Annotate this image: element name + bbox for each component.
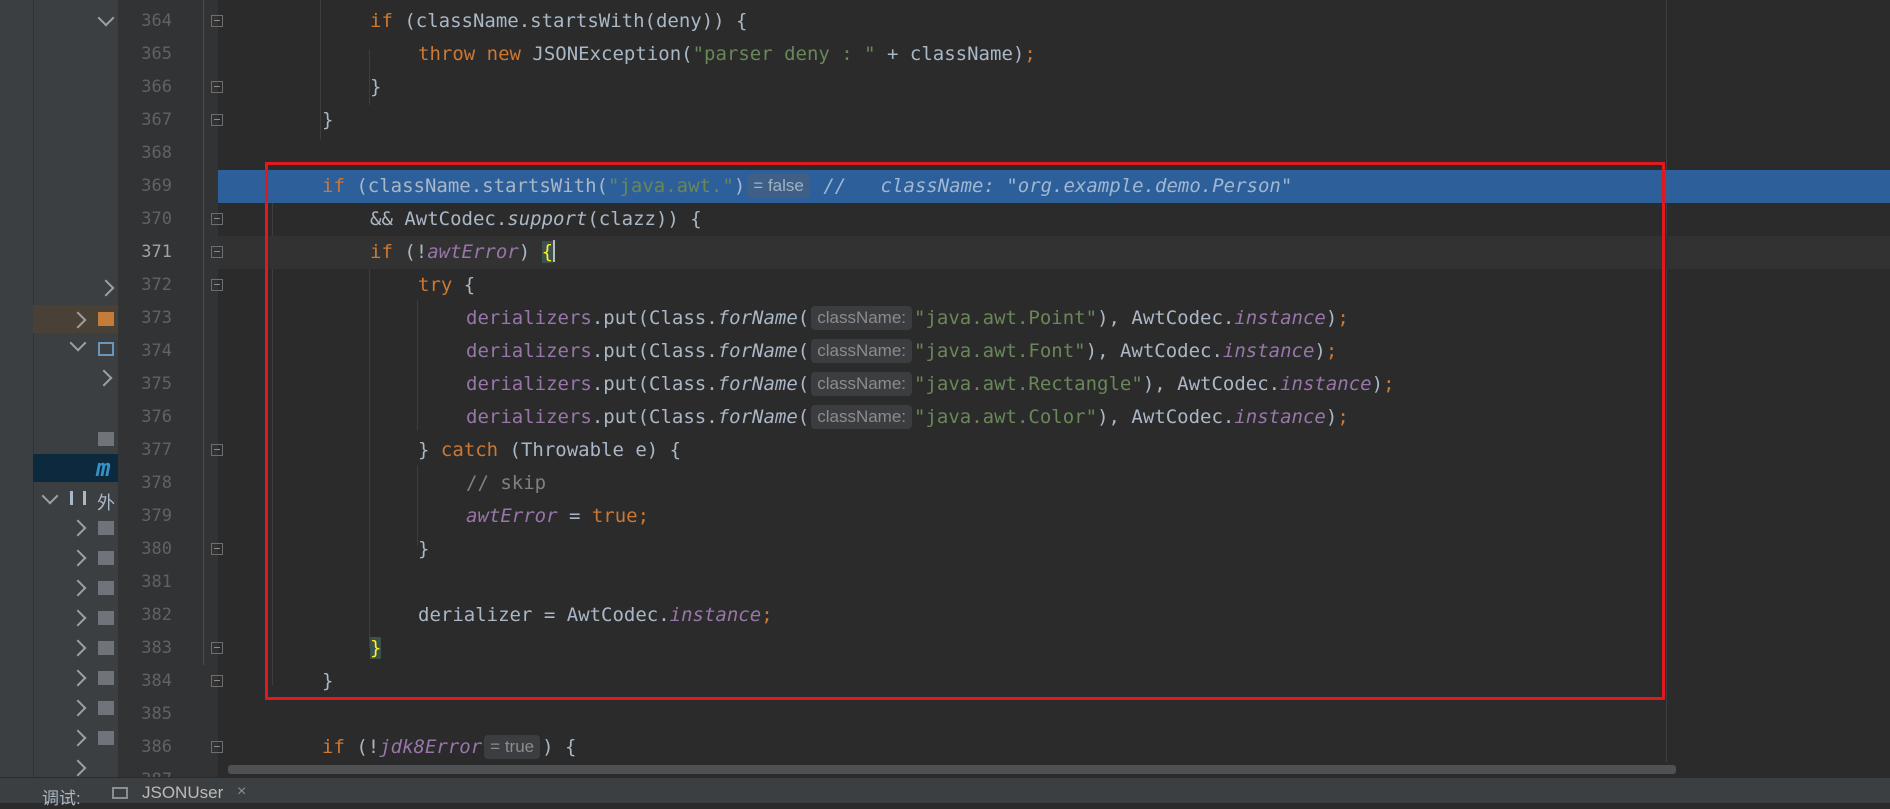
fold-marker-icon[interactable]	[211, 81, 223, 93]
library-jar-icon	[98, 671, 114, 685]
fold-marker-icon[interactable]	[211, 741, 223, 753]
line-number: 368	[141, 143, 172, 163]
code-text: ) {	[542, 736, 577, 758]
string-literal: "parser deny : "	[692, 43, 876, 65]
keyword: new	[486, 43, 521, 65]
code-text: }	[322, 109, 334, 131]
run-config-tab[interactable]: JSONUser	[142, 783, 223, 803]
library-jar-icon	[98, 551, 114, 565]
line-number: 379	[141, 506, 172, 526]
line-number: 366	[141, 77, 172, 97]
code-text: (!	[344, 736, 380, 758]
fold-marker-icon[interactable]	[211, 15, 223, 27]
fold-marker-icon[interactable]	[211, 279, 223, 291]
package-icon	[98, 342, 114, 356]
line-number: 383	[141, 638, 172, 658]
line-number: 386	[141, 737, 172, 757]
line-number: 385	[141, 704, 172, 724]
line-number: 380	[141, 539, 172, 559]
library-jar-icon	[98, 701, 114, 715]
tool-window-stripe	[0, 0, 34, 777]
line-number: 374	[141, 341, 172, 361]
semicolon: ;	[1024, 43, 1036, 65]
code-text: (className.startsWith(deny)) {	[392, 10, 748, 32]
line-number: 364	[141, 11, 172, 31]
line-number: 367	[141, 110, 172, 130]
project-tool-window	[0, 0, 118, 777]
annotation-highlight-box	[265, 162, 1665, 700]
code-line-364[interactable]: if (className.startsWith(deny)) {	[218, 5, 1890, 38]
library-jar-icon	[98, 611, 114, 625]
code-text: + className)	[875, 43, 1025, 65]
line-number: 372	[141, 275, 172, 295]
debug-tab-label[interactable]: 调试:	[42, 784, 81, 809]
fold-marker-icon[interactable]	[211, 246, 223, 258]
library-jar-icon	[98, 521, 114, 535]
library-jar-icon	[98, 731, 114, 745]
inline-debug-value: = true	[484, 735, 541, 759]
fold-marker-icon[interactable]	[211, 114, 223, 126]
field-name: jdk8Error	[379, 736, 483, 758]
keyword: if	[370, 10, 393, 32]
line-number: 382	[141, 605, 172, 625]
library-jar-icon	[98, 581, 114, 595]
keyword: throw	[418, 43, 476, 65]
line-number: 370	[141, 209, 172, 229]
code-line-365[interactable]: throw new JSONException("parser deny : "…	[218, 38, 1890, 71]
gutter-divider	[203, 0, 204, 665]
line-number: 378	[141, 473, 172, 493]
line-number: 365	[141, 44, 172, 64]
folder-icon	[98, 312, 114, 326]
libraries-icon	[70, 491, 86, 505]
keyword: if	[322, 736, 345, 758]
code-text: JSONException(	[520, 43, 693, 65]
close-tab-icon[interactable]: ×	[237, 783, 246, 801]
line-number: 377	[141, 440, 172, 460]
line-number: 369	[141, 176, 172, 196]
file-icon	[98, 432, 114, 446]
line-number: 371	[141, 242, 172, 262]
line-number: 381	[141, 572, 172, 592]
fold-marker-icon[interactable]	[211, 675, 223, 687]
external-libraries-label: 外	[97, 493, 115, 513]
run-config-icon	[112, 787, 128, 799]
code-line-366[interactable]: }	[218, 71, 1890, 104]
code-line-386[interactable]: if (!jdk8Error = true) {	[218, 731, 1890, 764]
fold-marker-icon[interactable]	[211, 213, 223, 225]
library-jar-icon	[98, 641, 114, 655]
horizontal-scrollbar-thumb[interactable]	[228, 765, 1676, 774]
code-text: }	[370, 76, 382, 98]
line-number: 384	[141, 671, 172, 691]
debug-tool-window-bar: 调试: JSONUser ×	[0, 777, 1890, 808]
line-number: 375	[141, 374, 172, 394]
line-number: 376	[141, 407, 172, 427]
fold-marker-icon[interactable]	[211, 444, 223, 456]
fold-marker-icon[interactable]	[211, 642, 223, 654]
line-number: 373	[141, 308, 172, 328]
module-label-m: m	[96, 454, 111, 482]
fold-marker-icon[interactable]	[211, 543, 223, 555]
code-line-367[interactable]: }	[218, 104, 1890, 137]
